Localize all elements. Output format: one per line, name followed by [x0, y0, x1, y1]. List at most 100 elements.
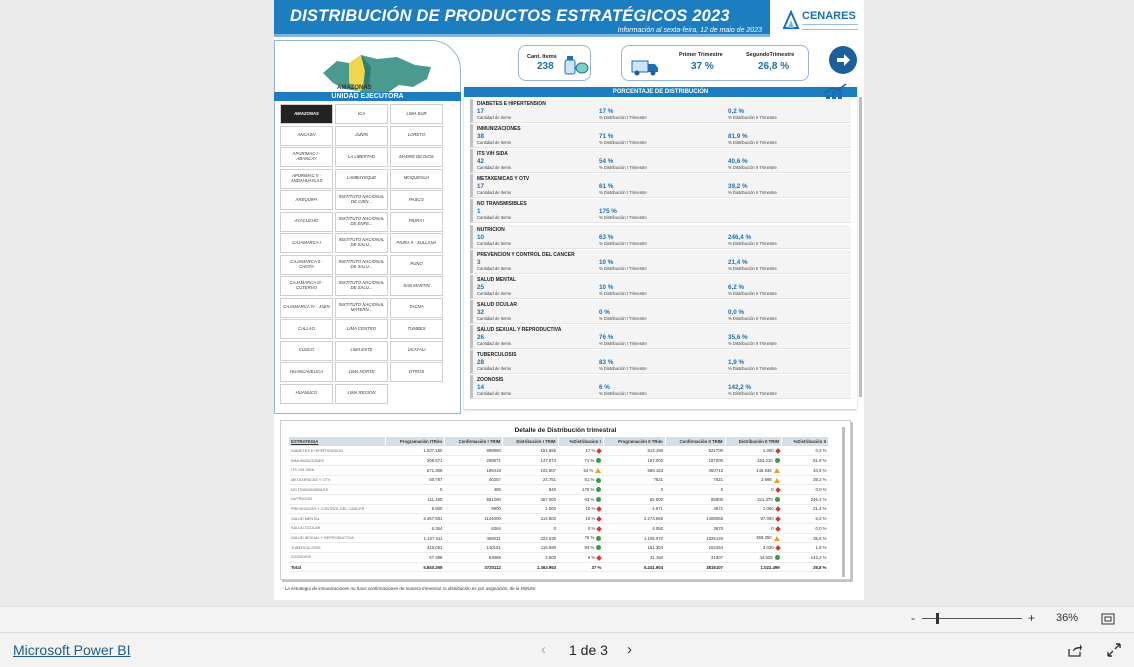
unit-option[interactable]: INSTITUTO NACIONAL DE CIEN...: [335, 190, 388, 210]
power-bi-link[interactable]: Microsoft Power BI: [13, 642, 130, 658]
fit-to-page-icon[interactable]: [1101, 613, 1115, 625]
table-cell: 162454: [665, 542, 725, 554]
unit-option[interactable]: PASCO: [390, 190, 443, 210]
unit-option[interactable]: CALLAO: [280, 319, 333, 339]
unit-option[interactable]: UCAYALI: [390, 340, 443, 361]
status-indicator-icon: [774, 545, 781, 551]
cell-value: 367.000: [540, 496, 557, 502]
zoom-bar: [0, 606, 1134, 632]
cell-value: 3670: [713, 525, 723, 531]
column-header[interactable]: Distribución II TRIM: [725, 437, 783, 446]
column-header[interactable]: Confirmación II TRIM: [665, 437, 726, 446]
zoom-out-button[interactable]: -: [911, 611, 915, 625]
unit-option[interactable]: AREQUIPA: [280, 190, 333, 210]
unit-option[interactable]: CAJAMARCA I: [280, 233, 333, 253]
detail-table-scrollbar[interactable]: [842, 427, 845, 577]
unit-option[interactable]: INSTITUTO NACIONAL DE ENFE...: [335, 211, 388, 232]
dist-t1-value: 63 %: [599, 233, 614, 241]
unit-option[interactable]: MOQUEGUA: [390, 168, 443, 189]
unit-option[interactable]: LIMA SUR: [390, 104, 443, 124]
zoom-slider-thumb[interactable]: [936, 613, 939, 624]
total-cell: 37 %: [558, 561, 604, 573]
column-header[interactable]: %Distribucion I: [558, 437, 604, 446]
zoom-in-button[interactable]: +: [1028, 611, 1035, 625]
unit-option[interactable]: ICA: [335, 104, 388, 124]
distribution-row: INMUNIZACIONES 38 Cantidad de Items 71 %% D…: [470, 124, 851, 149]
unit-option[interactable]: LIMA ESTE: [335, 340, 388, 361]
table-cell: 0,0 %: [781, 523, 829, 534]
unit-option[interactable]: AYACUCHO: [280, 211, 333, 232]
unit-option[interactable]: LA LIBERTAD: [335, 147, 388, 167]
unit-option[interactable]: JUNIN: [335, 125, 388, 146]
prev-page-chevron-icon[interactable]: ‹: [541, 641, 546, 658]
cell-value: 2.273.655: [643, 516, 664, 522]
dist-t1-label: % Distribución I Trimestre: [599, 215, 647, 221]
unit-option[interactable]: TUMBES: [390, 319, 443, 339]
cell-value: SALUD OCULAR: [291, 526, 321, 531]
table-cell: 10 %: [558, 513, 604, 524]
column-header[interactable]: Confirmación I TRIM: [444, 437, 504, 446]
unit-option[interactable]: INSTITUTO NACIONAL DE SALU...: [335, 233, 388, 253]
unit-option[interactable]: CAJAMARCA IV - JAEN: [280, 297, 333, 318]
table-cell: 1.107.311: [385, 533, 445, 544]
column-header[interactable]: %Distribución II: [781, 437, 829, 446]
next-page-arrow-button[interactable]: [829, 46, 857, 74]
unit-option[interactable]: PUNO: [390, 254, 443, 275]
report-page: DISTRIBUCIÓN DE PRODUCTOS ESTRATÉGICOS 2…: [274, 0, 864, 600]
table-cell: 480: [444, 484, 503, 495]
unit-option[interactable]: LAMBAYEQUE: [335, 168, 388, 189]
distribution-row: SALUD SEXUAL Y REPRODUCTIVA 26 Cantidad de…: [470, 324, 851, 349]
table-cell: 71 %: [558, 455, 604, 466]
unit-option[interactable]: OTROS: [390, 362, 443, 382]
distribution-scrollbar[interactable]: [859, 97, 862, 397]
cell-value: 146.935: [756, 467, 772, 473]
unit-option[interactable]: INSTITUTO NACIONAL MATERN...: [335, 297, 388, 318]
unit-option[interactable]: APURIMAC I - ABANCAY: [280, 147, 333, 167]
unit-option[interactable]: PIURA II - SULLANA: [390, 233, 443, 253]
unit-option[interactable]: AMAZONAS: [280, 104, 333, 124]
unit-option[interactable]: CUSCO: [280, 340, 333, 361]
next-page-chevron-icon[interactable]: ›: [627, 641, 632, 658]
unit-option[interactable]: LIMA NORTE: [335, 362, 388, 382]
table-cell: 1.105.070: [603, 533, 666, 544]
unit-option[interactable]: INSTITUTO NACIONAL DE SALU...: [335, 276, 388, 296]
unit-option[interactable]: TACNA: [390, 297, 443, 318]
dist-t2-label: % Distribución II Trimestre: [728, 190, 777, 196]
unit-option[interactable]: CAJAMARCA III - CUTERVO: [280, 276, 333, 296]
distribution-row: SALUD OCULAR 32 Cantidad de Items 0 %% Dist…: [470, 299, 851, 324]
unit-option[interactable]: HUANUCO: [280, 383, 333, 404]
unit-option[interactable]: INSTITUTO NACIONAL DE SALU...: [335, 254, 388, 275]
dist-t2-label: % Distribución II Trimestre: [728, 290, 777, 296]
dist-t1-label: % Distribución I Trimestre: [599, 340, 647, 346]
dist-t2-value: 35,6 %: [728, 333, 748, 341]
unit-option[interactable]: MADRE DE DIOS: [390, 147, 443, 167]
table-cell: 211.370: [725, 494, 782, 505]
cell-value: 0: [771, 525, 774, 531]
unit-option[interactable]: LIMA CENTRO: [335, 319, 388, 339]
unit-option[interactable]: ANCASH: [280, 125, 333, 146]
unit-option[interactable]: APURIMAC II - ANDAHUAYLAS: [280, 168, 333, 189]
item-count-label: Cantidad de Items: [477, 265, 511, 271]
item-count: 14: [477, 384, 485, 392]
column-header[interactable]: Programación ITRim: [385, 437, 445, 446]
column-header[interactable]: ESTRATEGIA: [289, 437, 387, 446]
share-icon[interactable]: [1067, 642, 1083, 658]
table-cell: INMUNIZACIONES: [289, 455, 386, 466]
item-count: 28: [477, 359, 485, 366]
table-cell: 559.153: [603, 465, 666, 476]
cell-value: 151.655: [540, 448, 557, 454]
unit-option[interactable]: PIURA I: [390, 211, 443, 232]
table-cell: 39,2 %: [781, 475, 829, 486]
unit-option[interactable]: HUANCAVELICA: [280, 362, 333, 382]
column-header[interactable]: Distribución I TRIM: [502, 437, 559, 446]
column-header[interactable]: Programación II TRim: [603, 437, 666, 446]
unit-option[interactable]: LORETO: [390, 125, 443, 146]
cell-value: 521700: [708, 448, 723, 454]
table-row: SALUD MENTAL 2.457.681 1144000 114.800 10 % 2…: [289, 513, 829, 524]
fullscreen-icon[interactable]: [1107, 643, 1121, 657]
unit-option[interactable]: CAJAMARCA II - CHOTA: [280, 254, 333, 275]
unit-option[interactable]: LIMA REGION: [335, 383, 388, 404]
unit-option[interactable]: SAN MARTIN: [390, 276, 443, 296]
dist-t2-value: 81,9 %: [728, 133, 748, 141]
cell-value: 40257: [488, 477, 501, 483]
